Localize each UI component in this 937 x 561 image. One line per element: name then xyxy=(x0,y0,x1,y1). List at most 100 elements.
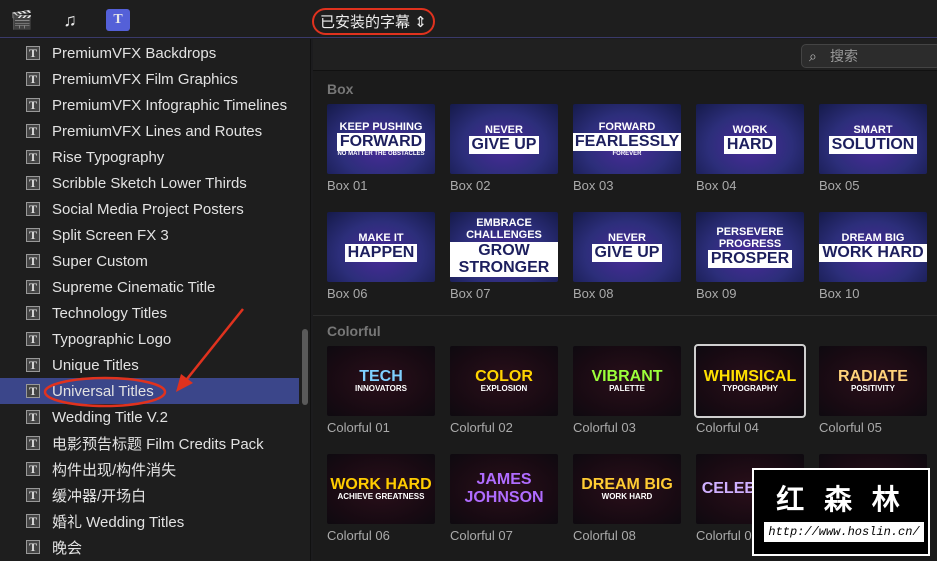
sidebar-item-label: PremiumVFX Backdrops xyxy=(52,44,217,62)
title-T-icon: T xyxy=(26,332,40,346)
title-thumbnail[interactable]: JAMES JOHNSON xyxy=(450,454,558,524)
title-category-dropdown[interactable]: 已安装的字幕 ⇕ xyxy=(312,8,435,35)
title-T-icon: T xyxy=(26,306,40,320)
thumbnail-art-text: GIVE UP xyxy=(468,136,540,154)
thumbnail-art-text: DREAM BIG xyxy=(841,232,905,245)
title-thumbnail[interactable]: NEVER GIVE UP xyxy=(450,104,558,174)
sidebar-item[interactable]: T Scribble Sketch Lower Thirds xyxy=(0,170,299,196)
sidebar-item-label: 电影预告标题 Film Credits Pack xyxy=(52,435,264,453)
sidebar-item[interactable]: T Social Media Project Posters xyxy=(0,196,299,222)
thumbnail-label: Colorful 05 xyxy=(819,420,882,435)
thumbnail-art-text: MAKE IT xyxy=(358,232,404,245)
title-thumbnail[interactable]: MAKE IT HAPPEN xyxy=(327,212,435,282)
title-thumbnail[interactable]: DREAM BIGWORK HARD xyxy=(573,454,681,524)
title-thumbnail[interactable]: FORWARD FEARLESSLY FOREVER xyxy=(573,104,681,174)
title-T-icon: T xyxy=(26,358,40,372)
sidebar: T PremiumVFX Backdrops T PremiumVFX Film Gr… xyxy=(0,39,311,561)
thumbnail-label: Box 06 xyxy=(327,286,368,301)
title-thumbnail[interactable]: DREAM BIGWORK HARD xyxy=(819,212,927,282)
thumbnail-art-text: NO MATTER THE OBSTACLES xyxy=(337,150,425,157)
titles-icon[interactable]: T xyxy=(106,9,130,31)
sidebar-item-label: 构件出现/构件消失 xyxy=(52,461,177,479)
sidebar-item[interactable]: T 婚礼 Wedding Titles xyxy=(0,508,299,534)
thumbnail-art-text: ACHIEVE GREATNESS xyxy=(337,492,425,502)
sidebar-item[interactable]: T PremiumVFX Lines and Routes xyxy=(0,118,299,144)
thumbnail-art-text: JAMES JOHNSON xyxy=(464,471,544,506)
sidebar-item[interactable]: T Wedding Title V.2 xyxy=(0,404,299,430)
title-thumbnail[interactable]: PERSEVERE PROGRESS PROSPER xyxy=(696,212,804,282)
title-thumbnail[interactable]: WORK HARD xyxy=(696,104,804,174)
title-T-icon: T xyxy=(26,436,40,450)
title-T-icon: T xyxy=(26,488,40,502)
sidebar-item[interactable]: T 缓冲器/开场白 xyxy=(0,482,299,508)
title-thumbnail[interactable]: COLOR EXPLOSION xyxy=(450,346,558,416)
sidebar-item[interactable]: T 晚会 xyxy=(0,534,299,560)
title-T-icon: T xyxy=(26,46,40,60)
thumbnail-label: Box 07 xyxy=(450,286,491,301)
thumbnail-label: Box 04 xyxy=(696,178,737,193)
title-T-icon: T xyxy=(26,540,40,554)
thumbnail-label: Box 05 xyxy=(819,178,860,193)
thumbnail-art-text: GROW STRONGER xyxy=(450,241,558,277)
thumbnail-art-text: FEARLESSLY xyxy=(573,132,681,151)
thumbnail-art-text: EXPLOSION xyxy=(480,384,528,394)
title-T-icon: T xyxy=(26,124,40,138)
sidebar-item[interactable]: T Technology Titles xyxy=(0,300,299,326)
sidebar-item-label: 晚会 xyxy=(52,539,83,557)
title-T-icon: T xyxy=(26,150,40,164)
sidebar-item[interactable]: T PremiumVFX Backdrops xyxy=(0,40,299,66)
sidebar-item-label: Wedding Title V.2 xyxy=(52,408,168,426)
title-thumbnail[interactable]: WHIMSICAL TYPOGRAPHY xyxy=(694,344,806,418)
title-T-icon: T xyxy=(26,176,40,190)
title-T-icon: T xyxy=(26,202,40,216)
title-thumbnail[interactable]: VIBRANT PALETTE xyxy=(573,346,681,416)
title-thumbnail[interactable]: RADIATE POSITIVITY xyxy=(819,346,927,416)
thumbnail-art-text: RADIATE xyxy=(838,367,908,385)
sidebar-item-label: 婚礼 Wedding Titles xyxy=(52,513,185,531)
up-down-chevron-icon: ⇕ xyxy=(414,14,427,31)
thumbnail-art-text: TECH xyxy=(359,367,403,385)
search-input[interactable]: ⌕ 搜索 xyxy=(801,44,937,68)
thumbnail-art-text: WORK HARD xyxy=(819,244,927,262)
title-thumbnail[interactable]: EMBRACE CHALLENGES GROW STRONGER xyxy=(450,212,558,282)
sidebar-item[interactable]: T Rise Typography xyxy=(0,144,299,170)
clapper-star-icon[interactable]: 🎬 xyxy=(10,9,34,31)
title-T-icon: T xyxy=(26,254,40,268)
search-bar: ⌕ 搜索 xyxy=(313,39,937,71)
sidebar-item[interactable]: T Universal Titles xyxy=(0,378,299,404)
thumbnail-label: Box 10 xyxy=(819,286,860,301)
thumbnail-art-text: PROSPER xyxy=(707,250,793,268)
sidebar-item[interactable]: T Super Custom xyxy=(0,248,299,274)
thumbnail-art-text: PERSEVERE PROGRESS xyxy=(716,226,784,251)
sidebar-item[interactable]: T Unique Titles xyxy=(0,352,299,378)
thumbnail-label: Colorful 02 xyxy=(450,420,513,435)
thumbnail-art-text: HARD xyxy=(723,136,777,154)
sidebar-item-label: Universal Titles xyxy=(52,382,154,400)
thumbnail-art-text: COLOR xyxy=(475,367,533,385)
sidebar-item[interactable]: T PremiumVFX Film Graphics xyxy=(0,66,299,92)
thumbnail-label: Colorful 09 xyxy=(696,528,759,543)
thumbnail-art-text: WORK xyxy=(732,124,768,137)
thumbnail-art-text: FORWARD xyxy=(598,120,656,133)
title-thumbnail[interactable]: TECH INNOVATORS xyxy=(327,346,435,416)
sidebar-item-label: 缓冲器/开场白 xyxy=(52,487,147,505)
sidebar-item[interactable]: T Typographic Logo xyxy=(0,326,299,352)
title-thumbnail[interactable]: SMART SOLUTION xyxy=(819,104,927,174)
sidebar-item[interactable]: T Supreme Cinematic Title xyxy=(0,274,299,300)
section-divider xyxy=(313,315,937,316)
sidebar-item[interactable]: T Split Screen FX 3 xyxy=(0,222,299,248)
sidebar-item[interactable]: T 电影预告标题 Film Credits Pack xyxy=(0,430,299,456)
music-photo-icon[interactable]: ♫ xyxy=(58,9,82,31)
thumbnail-art-text: FORWARD xyxy=(336,132,426,151)
sidebar-item[interactable]: T PremiumVFX Infographic Timelines xyxy=(0,92,299,118)
title-thumbnail[interactable]: KEEP PUSHING FORWARD NO MATTER THE OBSTACL… xyxy=(327,104,435,174)
thumbnail-label: Box 01 xyxy=(327,178,368,193)
title-T-icon: T xyxy=(26,72,40,86)
title-thumbnail[interactable]: NEVER GIVE UP xyxy=(573,212,681,282)
scrollbar[interactable] xyxy=(302,329,308,405)
sidebar-item-label: Scribble Sketch Lower Thirds xyxy=(52,174,247,192)
sidebar-item[interactable]: T 构件出现/构件消失 xyxy=(0,456,299,482)
title-thumbnail[interactable]: WORK HARD ACHIEVE GREATNESS xyxy=(327,454,435,524)
thumbnail-label: Box 02 xyxy=(450,178,491,193)
thumbnail-art-text: KEEP PUSHING xyxy=(339,120,423,133)
